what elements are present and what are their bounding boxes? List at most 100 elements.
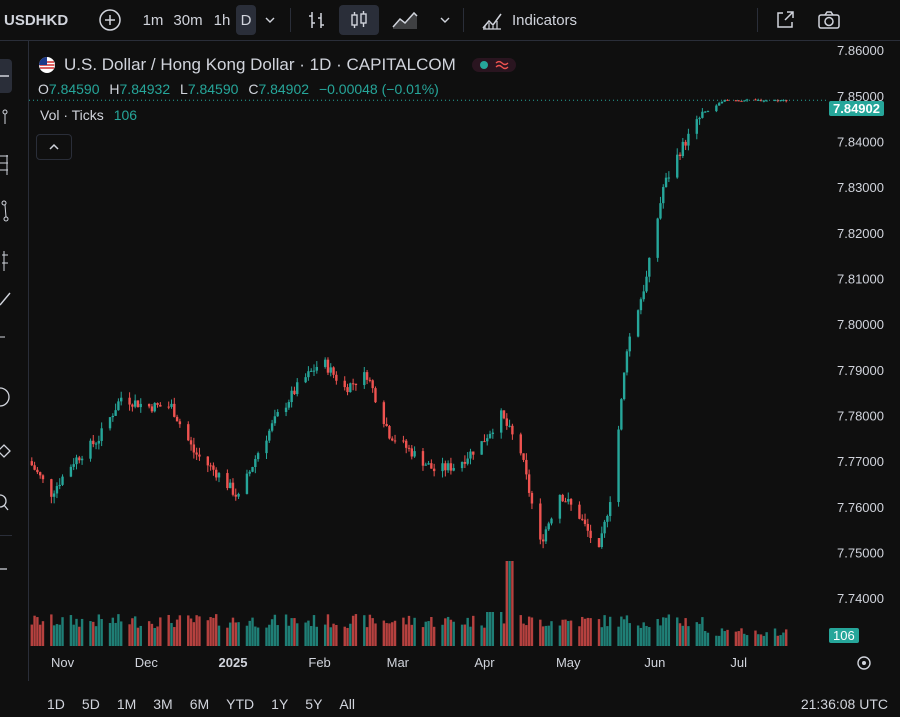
candle-body — [648, 257, 651, 277]
candle-body — [354, 383, 358, 386]
candle-body — [405, 440, 408, 448]
chart-type-dropdown-button[interactable] — [431, 5, 459, 35]
bar-chart-button[interactable] — [295, 5, 339, 35]
interval-1h-button[interactable]: 1h — [208, 5, 236, 35]
prediction-tool-icon[interactable] — [0, 249, 12, 273]
volume-bar — [737, 631, 740, 646]
candle-body — [147, 403, 151, 407]
candle-body — [667, 177, 671, 179]
volume-bar — [195, 615, 198, 646]
range-3m-button[interactable]: 3M — [153, 696, 172, 712]
volume-bar — [745, 635, 749, 646]
volume-bar — [354, 614, 358, 646]
range-6m-button[interactable]: 6M — [190, 696, 209, 712]
volume-bar — [628, 623, 631, 646]
volume-bar — [407, 615, 411, 646]
symbol-search-button[interactable]: USDHKD — [0, 5, 74, 35]
volume-bar — [703, 631, 707, 646]
candle-body — [388, 426, 391, 439]
emoji-tool-icon[interactable] — [0, 385, 12, 409]
candle-body — [530, 492, 534, 504]
candle-body — [662, 187, 665, 204]
range-ytd-button[interactable]: YTD — [226, 696, 254, 712]
screenshot-button[interactable] — [814, 5, 844, 35]
range-5d-button[interactable]: 5D — [82, 696, 100, 712]
volume-bar — [765, 632, 768, 646]
volume-bar — [175, 619, 179, 646]
volume-bar — [463, 624, 467, 646]
volume-bar — [776, 635, 780, 646]
volume-legend: Vol · Ticks 106 — [40, 107, 137, 123]
interval-30m-button[interactable]: 30m — [168, 5, 208, 35]
candle-body — [120, 397, 123, 402]
add-symbol-button[interactable] — [90, 5, 130, 35]
pattern-tool-icon[interactable] — [0, 199, 12, 223]
brush-tool-icon[interactable] — [0, 291, 12, 307]
axis-settings-button[interactable] — [857, 656, 871, 670]
candlestick-button[interactable] — [339, 5, 379, 35]
candle-body — [178, 421, 182, 425]
trend-line-icon[interactable] — [0, 107, 12, 127]
interval-1m-button[interactable]: 1m — [138, 5, 168, 35]
zoom-tool-icon[interactable] — [0, 491, 12, 515]
candle-body — [170, 403, 173, 407]
candle-body — [276, 412, 279, 417]
range-1d-button[interactable]: 1D — [47, 696, 65, 712]
volume-bar — [391, 622, 394, 646]
range-1m-button[interactable]: 1M — [117, 696, 136, 712]
candle-body — [382, 402, 386, 424]
candle-body — [97, 440, 101, 444]
volume-bar — [726, 629, 729, 646]
volume-bar — [508, 561, 511, 646]
volume-bar — [525, 625, 528, 646]
text-tool-icon[interactable] — [0, 335, 12, 345]
open-label: O — [38, 81, 49, 97]
candle-body — [41, 475, 45, 480]
ruler-tool-icon[interactable] — [0, 441, 12, 461]
price-chart[interactable]: 7.860007.850007.840007.830007.820007.810… — [29, 41, 900, 681]
price-tick-label: 7.81000 — [837, 271, 884, 286]
top-toolbar: USDHKD 1m 30m 1h D Indicators — [0, 0, 900, 41]
candle-body — [508, 425, 511, 427]
candle-body — [312, 370, 316, 372]
candle-body — [159, 404, 162, 407]
interval-d-button[interactable]: D — [236, 5, 256, 35]
collapse-legend-button[interactable] — [36, 134, 72, 160]
range-5y-button[interactable]: 5Y — [305, 696, 322, 712]
volume-bar — [589, 618, 592, 646]
candle-body — [452, 468, 455, 471]
price-axis[interactable]: 7.860007.850007.840007.830007.820007.810… — [837, 43, 884, 606]
magnet-tool-icon[interactable] — [0, 551, 12, 575]
volume-bar — [310, 626, 313, 646]
area-chart-button[interactable] — [385, 5, 425, 35]
candle-body — [625, 351, 629, 373]
range-all-button[interactable]: All — [339, 696, 355, 712]
candle-body — [287, 402, 291, 408]
volume-bar — [256, 627, 260, 646]
candle-body — [628, 336, 631, 352]
volume-bar — [410, 624, 413, 646]
candle-body — [544, 529, 548, 542]
interval-dropdown-button[interactable] — [256, 5, 284, 35]
candle-body — [75, 457, 78, 465]
market-status-badge[interactable] — [471, 58, 516, 72]
candle-body — [460, 462, 464, 469]
fullscreen-button[interactable] — [770, 5, 800, 35]
volume-bar — [343, 626, 346, 646]
toolbar-divider — [757, 8, 759, 32]
candle-body — [248, 471, 251, 474]
time-axis[interactable]: Nov Dec 2025 Feb Mar Apr May Jun Jul — [51, 655, 747, 670]
candle-body — [310, 370, 313, 372]
volume-bar — [564, 619, 567, 646]
candle-body — [323, 359, 327, 367]
utc-clock[interactable]: 21:36:08 UTC — [801, 696, 888, 712]
fib-tool-icon[interactable] — [0, 153, 12, 177]
time-tick-label: May — [556, 655, 581, 670]
candle-body — [486, 438, 489, 442]
symbol-title[interactable]: U.S. Dollar / Hong Kong Dollar · 1D · CA… — [64, 55, 456, 75]
toolbar-divider — [463, 8, 464, 32]
range-1y-button[interactable]: 1Y — [271, 696, 288, 712]
crosshair-tool-button[interactable] — [0, 59, 12, 93]
indicators-button[interactable]: Indicators — [480, 5, 577, 35]
candle-body — [586, 523, 590, 531]
